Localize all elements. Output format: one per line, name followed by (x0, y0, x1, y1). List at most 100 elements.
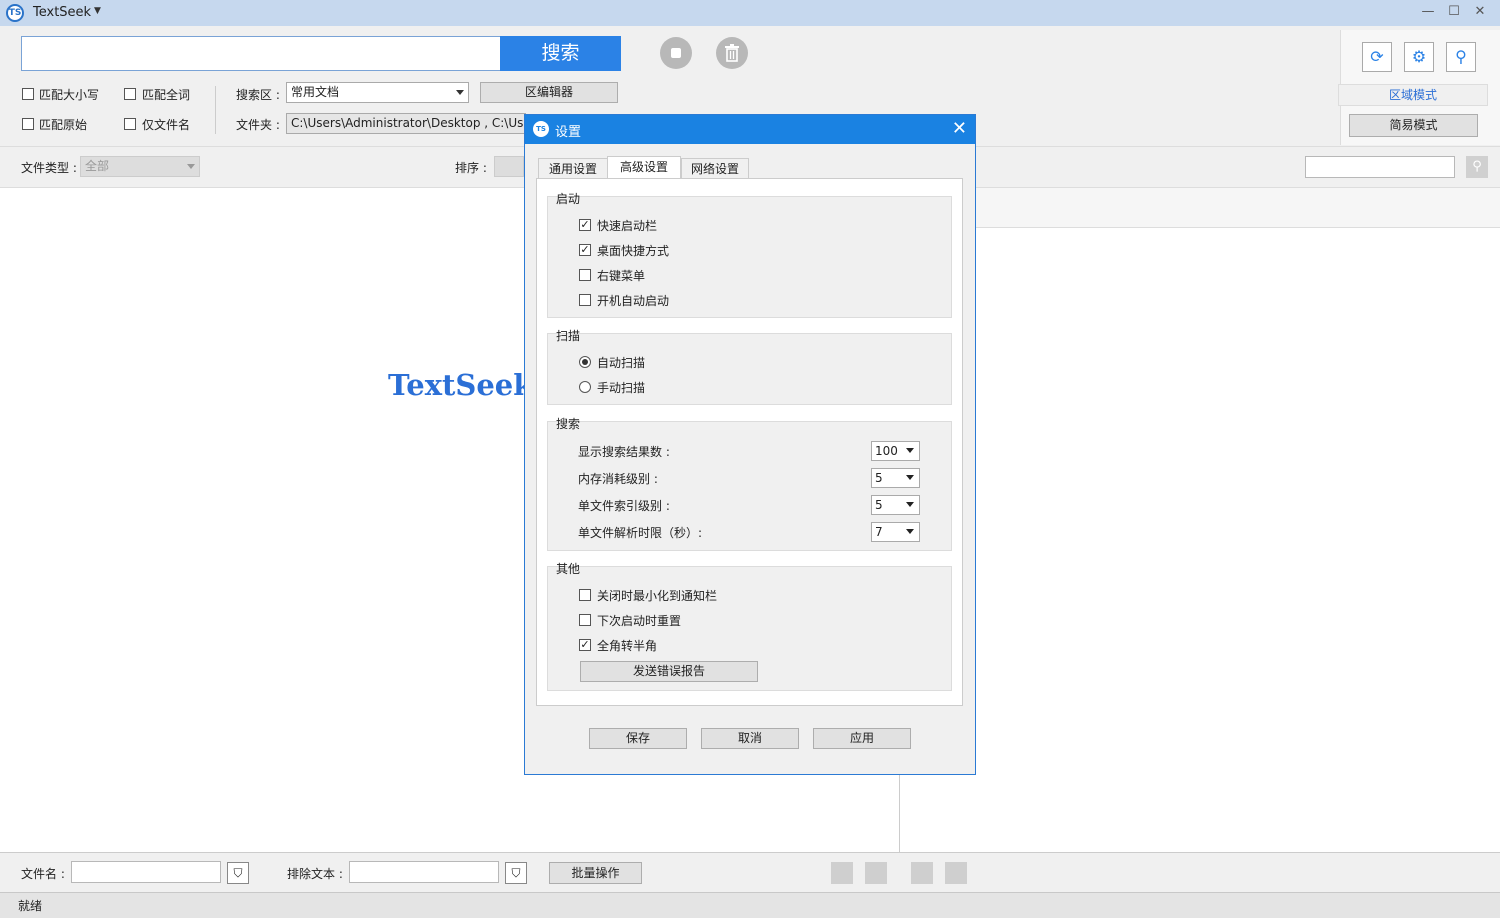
folder-label: 文件夹 : (236, 118, 280, 132)
save-button[interactable]: 保存 (589, 728, 687, 749)
advanced-settings-pane: 启动 ✓ 快速启动栏 ✓ 桌面快捷方式 右键菜单 开机自动启动 扫描 自动扫描 … (536, 178, 963, 706)
chevron-down-icon (906, 475, 914, 480)
batch-operation-button[interactable]: 批量操作 (549, 862, 642, 884)
filename-label: 文件名 : (21, 867, 65, 881)
sort-select[interactable] (494, 156, 524, 177)
title-menu-chevron-down-icon[interactable]: ▼ (94, 6, 101, 16)
refresh-icon: ⟳ (1370, 47, 1384, 66)
filename-input[interactable] (71, 861, 221, 883)
bottom-bar (0, 852, 1500, 892)
dialog-close-button[interactable]: ✕ (952, 118, 967, 139)
folder-field[interactable]: C:\Users\Administrator\Desktop , C:\User… (286, 113, 526, 134)
trash-icon (725, 44, 739, 62)
chevron-down-icon (906, 502, 914, 507)
preview-header (976, 188, 1500, 228)
search-icon: ⚲ (1455, 47, 1467, 66)
filename-filter-button[interactable]: ⛉ (227, 862, 249, 884)
app-logo-icon: TS (6, 4, 24, 22)
exclude-label: 排除文本 : (287, 867, 343, 881)
apply-button[interactable]: 应用 (813, 728, 911, 749)
parse-timeout-value: 7 (875, 525, 883, 539)
brand-text: TextSeek (388, 368, 534, 402)
cancel-button[interactable]: 取消 (701, 728, 799, 749)
funnel-icon: ⛉ (511, 866, 521, 880)
auto-scan-radio[interactable] (579, 356, 591, 368)
manual-scan-label: 手动扫描 (597, 381, 646, 395)
filter-search-button[interactable]: ⚲ (1466, 156, 1488, 178)
search-button[interactable]: 搜索 (500, 36, 621, 71)
chevron-down-icon (906, 448, 914, 453)
maximize-button[interactable]: ☐ (1444, 3, 1464, 21)
index-level-label: 单文件索引级别 : (578, 499, 670, 513)
filename-only-checkbox[interactable] (124, 118, 136, 130)
chevron-down-icon (187, 164, 195, 169)
gear-icon: ⚙ (1411, 47, 1427, 66)
memory-level-select[interactable]: 5 (871, 468, 920, 488)
auto-scan-label: 自动扫描 (597, 356, 646, 370)
search-area-select[interactable]: 常用文档 (286, 82, 469, 103)
result-count-select[interactable]: 100 (871, 441, 920, 461)
preview-next-button[interactable] (945, 862, 967, 884)
filter-search-input[interactable] (1305, 156, 1455, 178)
index-level-value: 5 (875, 498, 883, 512)
scan-group-title: 扫描 (556, 329, 581, 343)
memory-level-label: 内存消耗级别 : (578, 472, 658, 486)
parse-timeout-select[interactable]: 7 (871, 522, 920, 542)
find-button[interactable]: ⚲ (1446, 42, 1476, 72)
autostart-label: 开机自动启动 (597, 294, 670, 308)
exclude-filter-button[interactable]: ⛉ (505, 862, 527, 884)
divider (215, 86, 216, 134)
search-icon: ⚲ (1472, 159, 1482, 174)
manual-scan-radio[interactable] (579, 381, 591, 393)
tab-general[interactable]: 通用设置 (538, 158, 608, 180)
reset-next-start-checkbox[interactable] (579, 614, 591, 626)
quick-launch-checkbox[interactable]: ✓ (579, 219, 591, 231)
dialog-title: 设置 (555, 125, 582, 140)
result-count-value: 100 (875, 444, 898, 458)
match-case-checkbox[interactable] (22, 88, 34, 100)
tab-advanced[interactable]: 高级设置 (607, 156, 681, 180)
exclude-input[interactable] (349, 861, 499, 883)
preview-prev-button[interactable] (911, 862, 933, 884)
quick-launch-label: 快速启动栏 (597, 219, 658, 233)
search-group-title: 搜索 (556, 417, 581, 431)
settings-button[interactable]: ⚙ (1404, 42, 1434, 72)
index-level-select[interactable]: 5 (871, 495, 920, 515)
fullwidth-to-halfwidth-checkbox[interactable]: ✓ (579, 639, 591, 651)
app-logo-icon: TS (533, 121, 549, 137)
chevron-down-icon (456, 90, 464, 95)
tab-network[interactable]: 网络设置 (681, 158, 749, 180)
match-original-checkbox[interactable] (22, 118, 34, 130)
area-editor-button[interactable]: 区编辑器 (480, 82, 618, 103)
title-bar (0, 0, 1500, 26)
status-bar (0, 892, 1500, 918)
next-button[interactable] (865, 862, 887, 884)
app-title[interactable]: TextSeek (33, 5, 91, 20)
minimize-to-tray-label: 关闭时最小化到通知栏 (597, 589, 718, 603)
send-error-report-button[interactable]: 发送错误报告 (580, 661, 758, 682)
other-group-title: 其他 (556, 562, 581, 576)
reset-next-start-label: 下次启动时重置 (597, 614, 682, 628)
search-area-label: 搜索区 : (236, 88, 280, 102)
result-count-label: 显示搜索结果数 : (578, 445, 670, 459)
minimize-to-tray-checkbox[interactable] (579, 589, 591, 601)
minimize-button[interactable]: — (1418, 3, 1438, 21)
fullwidth-to-halfwidth-label: 全角转半角 (597, 639, 658, 653)
stop-button[interactable] (660, 37, 692, 69)
clear-button[interactable] (716, 37, 748, 69)
close-button[interactable]: ✕ (1470, 3, 1490, 21)
sort-label: 排序 : (455, 161, 487, 175)
simple-mode-button[interactable]: 简易模式 (1349, 114, 1478, 137)
refresh-button[interactable]: ⟳ (1362, 42, 1392, 72)
match-whole-checkbox[interactable] (124, 88, 136, 100)
context-menu-label: 右键菜单 (597, 269, 646, 283)
autostart-checkbox[interactable] (579, 294, 591, 306)
region-mode-button[interactable]: 区域模式 (1338, 84, 1488, 106)
match-original-label: 匹配原始 (39, 118, 88, 132)
context-menu-checkbox[interactable] (579, 269, 591, 281)
search-input[interactable] (21, 36, 501, 71)
prev-button[interactable] (831, 862, 853, 884)
chevron-down-icon (906, 529, 914, 534)
desktop-shortcut-checkbox[interactable]: ✓ (579, 244, 591, 256)
filetype-select[interactable]: 全部 (80, 156, 200, 177)
